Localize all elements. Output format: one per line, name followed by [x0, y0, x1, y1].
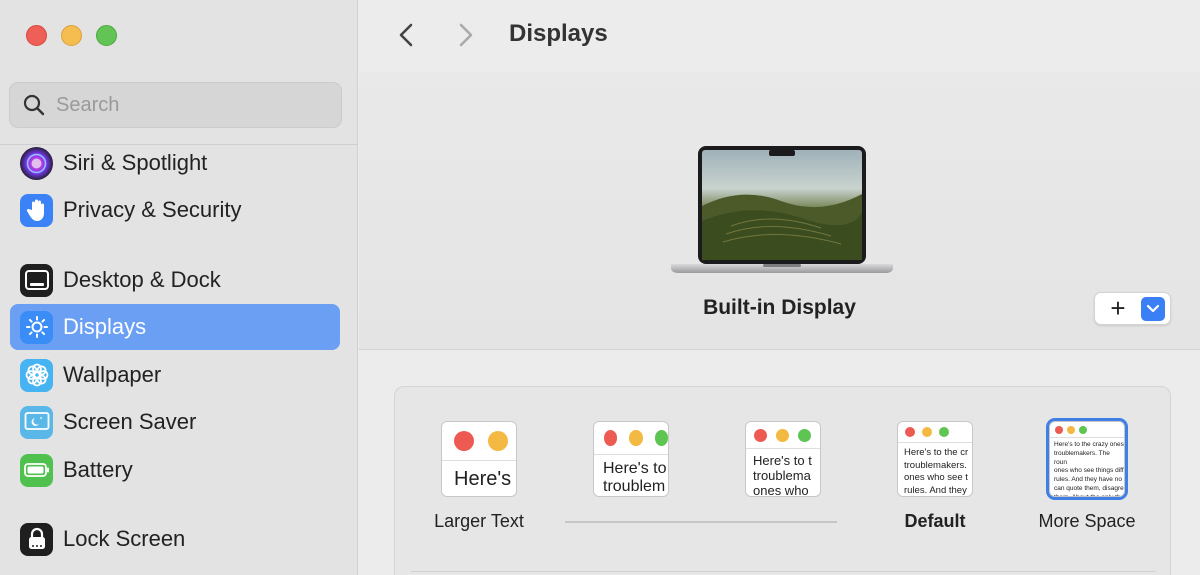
main-content: Displays Built-in Display + Here's Large…	[359, 0, 1200, 575]
thumbnail-sample-text: Here's to t troublema ones who	[746, 448, 820, 496]
resolution-thumbnail-selected[interactable]: Here's to the crazy ones troublemakers. …	[1046, 418, 1128, 500]
thumbnail-sample-text: Here's to the crazy ones troublemakers. …	[1050, 437, 1124, 496]
search-icon	[23, 94, 45, 116]
zoom-window-button[interactable]	[96, 25, 117, 46]
battery-icon	[20, 453, 53, 487]
add-display-menu-button[interactable]	[1141, 296, 1165, 321]
sidebar-item-label: Wallpaper	[63, 362, 162, 387]
resolution-option-label: Larger Text	[434, 511, 524, 531]
sidebar-item-label: Siri & Spotlight	[63, 150, 208, 175]
add-display-control[interactable]: +	[1094, 292, 1171, 325]
sidebar-item-privacy-security[interactable]: Privacy & Security	[10, 187, 340, 233]
forward-button[interactable]	[451, 20, 481, 50]
page-title: Displays	[509, 20, 608, 47]
sun-icon	[20, 310, 53, 344]
resolution-option-label: More Space	[1038, 511, 1136, 531]
panel-divider	[411, 571, 1156, 572]
resolution-option-larger-text[interactable]: Here's Larger Text	[409, 421, 549, 532]
resolution-thumbnail[interactable]: Here's to t troublema ones who	[745, 421, 821, 497]
chevron-left-icon	[399, 23, 413, 47]
screen-saver-icon	[20, 405, 53, 439]
resolution-thumbnail[interactable]: Here's	[441, 421, 517, 497]
minimize-window-button[interactable]	[61, 25, 82, 46]
sidebar-item-wallpaper[interactable]: Wallpaper	[10, 352, 340, 398]
sidebar-item-battery[interactable]: Battery	[10, 447, 340, 493]
add-display-button[interactable]: +	[1095, 293, 1141, 324]
thumbnail-sample-text: Here's to troublem	[594, 454, 668, 496]
sidebar-item-label: Displays	[63, 314, 147, 339]
sidebar: Siri & Spotlight Privacy & Security Desk…	[0, 0, 358, 575]
built-in-display-laptop[interactable]	[671, 146, 893, 281]
sidebar-item-siri-spotlight[interactable]: Siri & Spotlight	[10, 140, 340, 186]
resolution-thumbnail[interactable]: Here's to troublem	[593, 421, 669, 497]
hand-icon	[20, 193, 53, 227]
resolution-thumbnail[interactable]: Here's to the cr troublemakers. ones who…	[897, 421, 973, 497]
resolution-option-2[interactable]: Here's to troublem	[561, 421, 701, 511]
search-input[interactable]	[56, 93, 316, 117]
close-window-button[interactable]	[26, 25, 47, 46]
display-arrangement-area: Built-in Display +	[359, 72, 1200, 350]
sidebar-item-screen-saver[interactable]: Screen Saver	[10, 399, 340, 445]
sidebar-item-lock-screen[interactable]: Lock Screen	[10, 516, 340, 562]
resolution-option-more-space[interactable]: Here's to the crazy ones troublemakers. …	[1017, 418, 1157, 532]
back-button[interactable]	[391, 20, 421, 50]
resolution-panel: Here's Larger Text Here's to troublem He…	[394, 386, 1171, 575]
lock-icon	[20, 522, 53, 556]
sidebar-item-desktop-dock[interactable]: Desktop & Dock	[10, 257, 340, 303]
display-name-label: Built-in Display	[703, 296, 856, 319]
window-controls	[26, 25, 117, 46]
search-field[interactable]	[9, 82, 342, 128]
resolution-slider-track	[565, 521, 837, 523]
desktop-dock-icon	[20, 263, 53, 297]
chevron-down-icon	[1146, 304, 1160, 312]
sidebar-item-label: Desktop & Dock	[63, 267, 221, 292]
chevron-right-icon	[459, 23, 473, 47]
resolution-option-label: Default	[904, 511, 966, 531]
resolution-option-3[interactable]: Here's to t troublema ones who	[713, 421, 853, 511]
sidebar-item-label: Privacy & Security	[63, 197, 242, 222]
resolution-option-default[interactable]: Here's to the cr troublemakers. ones who…	[865, 421, 1005, 532]
sidebar-item-label: Lock Screen	[63, 526, 186, 551]
flower-icon	[20, 358, 53, 392]
sidebar-item-displays[interactable]: Displays	[10, 304, 340, 350]
thumbnail-sample-text: Here's to the cr troublemakers. ones who…	[898, 442, 972, 496]
thumbnail-sample-text: Here's	[442, 460, 516, 490]
sidebar-item-label: Battery	[63, 457, 133, 482]
siri-icon	[20, 146, 53, 180]
sidebar-item-label: Screen Saver	[63, 409, 197, 434]
